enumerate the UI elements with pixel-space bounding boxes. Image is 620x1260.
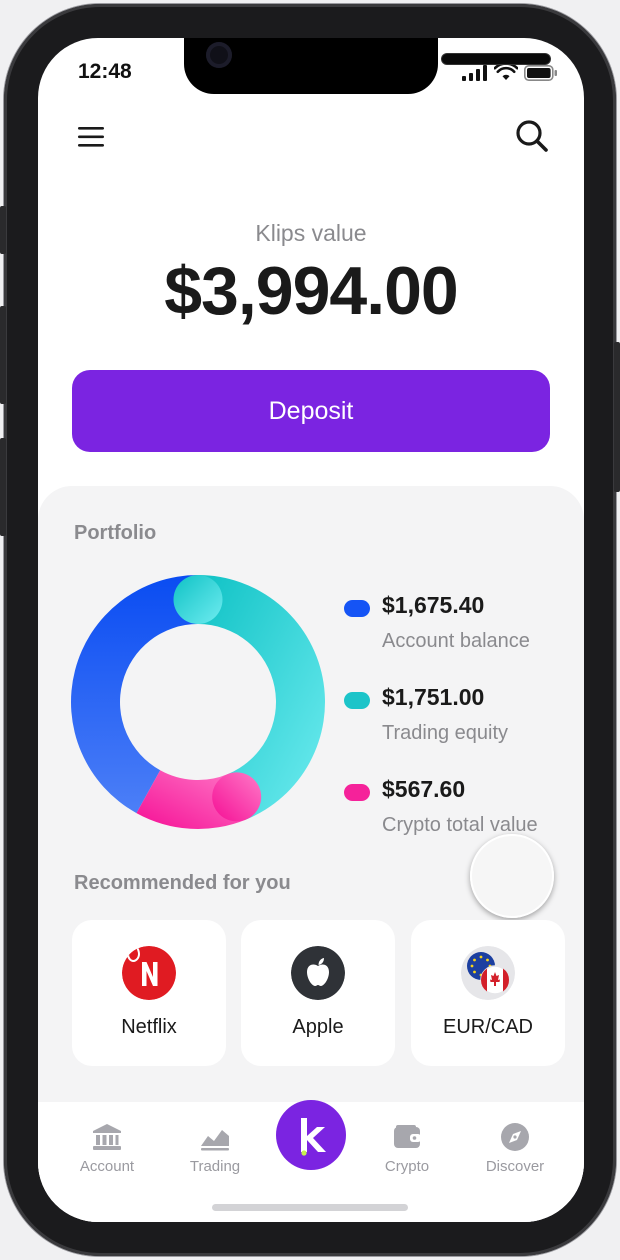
speaker-grill: [442, 54, 550, 64]
tab-discover[interactable]: Discover: [470, 1122, 560, 1175]
klips-home-button[interactable]: [276, 1100, 346, 1170]
phone-power-button: [614, 342, 620, 492]
menu-icon[interactable]: [76, 122, 106, 152]
donut-slice-trading-equity-cap: [173, 575, 223, 624]
legend-amount: $567.60: [382, 776, 466, 802]
legend-amount: $1,751.00: [382, 684, 485, 710]
status-time: 12:48: [78, 60, 132, 83]
donut-slice-crypto-total-cap: [212, 772, 262, 822]
phone-volume-up: [0, 306, 6, 404]
phone-side-button: [0, 206, 6, 254]
bank-icon: [93, 1124, 121, 1150]
recommended-card-eur-cad[interactable]: EUR/CAD: [411, 920, 565, 1066]
tab-trading[interactable]: Trading: [170, 1122, 260, 1175]
recommended-name: EUR/CAD: [442, 1016, 533, 1038]
klips-logo-icon: [301, 1118, 326, 1156]
phone-volume-down: [0, 438, 6, 536]
front-camera: [206, 42, 232, 68]
wallet-icon: [394, 1125, 421, 1148]
tab-label: Discover: [485, 1158, 545, 1175]
klips-value-amount: $3,994.00: [164, 253, 459, 329]
battery-icon: [524, 64, 557, 81]
netflix-icon: [122, 946, 176, 1000]
recommended-card-netflix[interactable]: Netflix: [72, 920, 226, 1066]
recommended-name: Apple: [292, 1016, 344, 1038]
eur-cad-flags-icon: [461, 946, 515, 1000]
tab-label: Account: [79, 1158, 135, 1175]
legend-amount: $1,675.40: [382, 592, 485, 618]
tab-account[interactable]: Account: [62, 1122, 152, 1175]
search-icon[interactable]: [514, 118, 550, 154]
legend-dot: [344, 784, 370, 801]
recommended-card-apple[interactable]: Apple: [241, 920, 395, 1066]
recommended-title: Recommended for you: [74, 872, 291, 894]
tab-label: Trading: [189, 1158, 241, 1175]
tab-crypto[interactable]: Crypto: [362, 1122, 452, 1175]
recommended-name: Netflix: [121, 1016, 177, 1038]
portfolio-donut-chart[interactable]: [70, 574, 326, 830]
chart-icon: [201, 1130, 229, 1151]
cellular-signal-icon: [462, 64, 487, 81]
floating-action-button[interactable]: [470, 834, 554, 918]
wifi-icon: [494, 64, 518, 80]
klips-value-label: Klips value: [255, 220, 367, 246]
home-indicator: [212, 1204, 408, 1211]
compass-icon: [501, 1123, 529, 1151]
tab-label: Crypto: [384, 1158, 430, 1175]
deposit-button[interactable]: Deposit: [72, 370, 550, 452]
portfolio-title: Portfolio: [74, 522, 157, 544]
legend-label: Trading equity: [382, 722, 508, 744]
legend-dot: [344, 600, 370, 617]
apple-icon: [291, 946, 345, 1000]
legend-dot: [344, 692, 370, 709]
legend-label: Account balance: [382, 630, 530, 652]
status-icons: [462, 64, 558, 81]
app-screen: 12:48 Klips value $3,994.00 Deposit Port…: [38, 38, 584, 1222]
